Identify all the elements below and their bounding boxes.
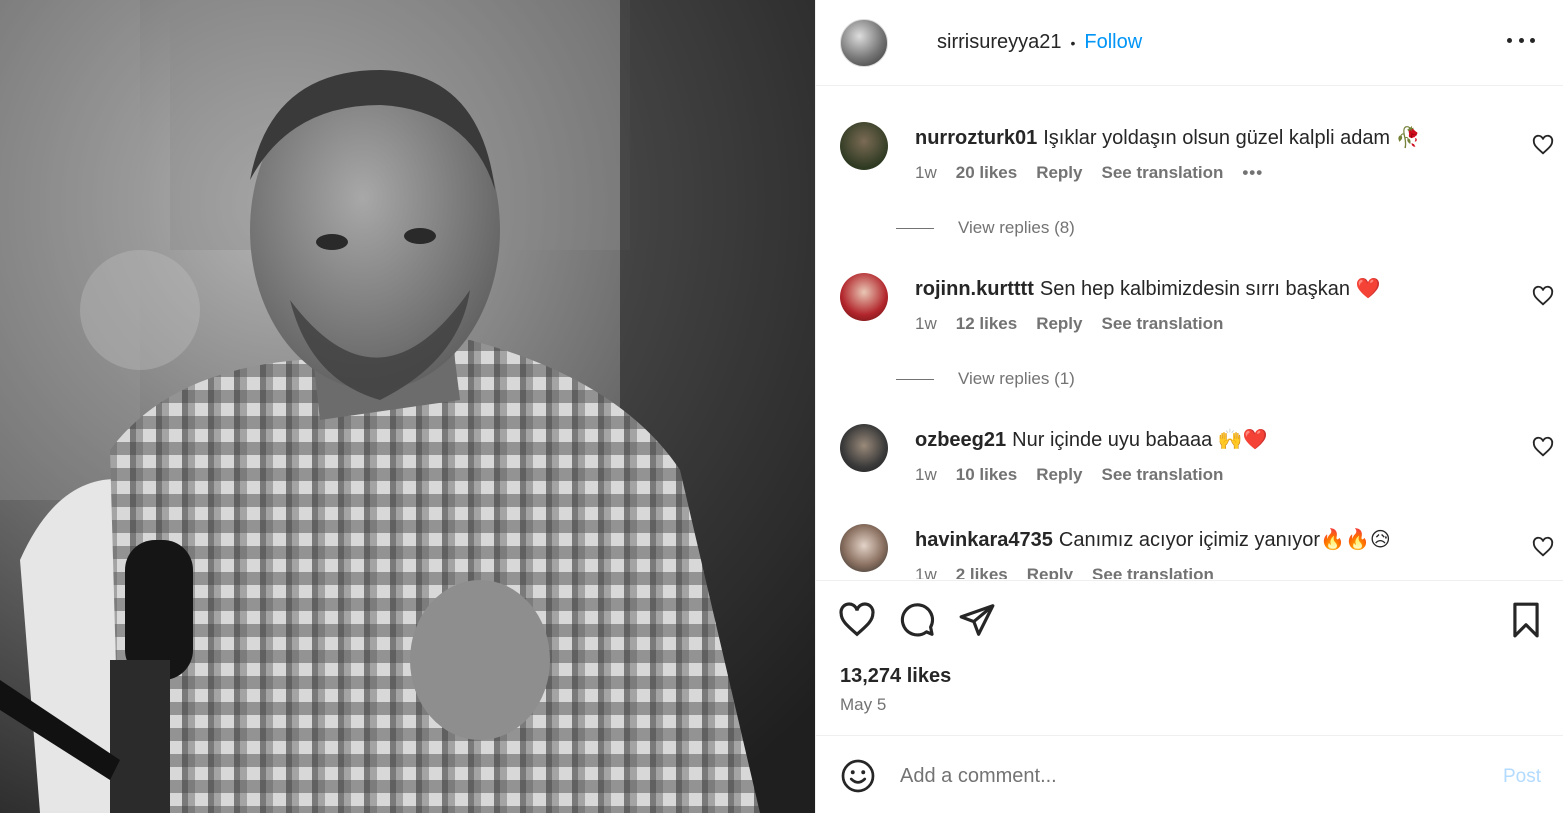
comment-input[interactable] <box>900 760 1480 792</box>
view-replies-label: View replies (1) <box>958 369 1075 388</box>
comment-list[interactable]: nurrozturk01 Işıklar yoldaşın olsun güzel… <box>816 87 1563 579</box>
author-username[interactable]: sirrisureyya21 <box>937 31 1061 54</box>
replies-divider <box>896 378 934 380</box>
comment-likes[interactable]: 12 likes <box>956 314 1017 334</box>
like-heart-icon[interactable] <box>838 601 876 639</box>
post-comment-button[interactable]: Post <box>1503 766 1541 788</box>
comment-like-heart-icon[interactable] <box>1532 134 1554 156</box>
commenter-avatar[interactable] <box>840 273 888 321</box>
reply-button[interactable]: Reply <box>1027 565 1073 579</box>
comment-bubble-icon[interactable] <box>898 601 936 639</box>
reply-button[interactable]: Reply <box>1036 163 1082 183</box>
reply-button[interactable]: Reply <box>1036 465 1082 485</box>
post-actions: 13,274 likes May 5 <box>816 580 1563 735</box>
comment-like-heart-icon[interactable] <box>1532 536 1554 558</box>
comment-body: rojinn.kurtttt Sen hep kalbimizdesin sırr… <box>915 276 1381 301</box>
comment-username[interactable]: ozbeeg21 <box>915 429 1006 451</box>
view-replies-label: View replies (8) <box>958 218 1075 237</box>
comment-composer: Post <box>816 735 1563 813</box>
save-bookmark-icon[interactable] <box>1507 601 1545 639</box>
share-send-icon[interactable] <box>958 601 996 639</box>
follow-button[interactable]: Follow <box>1084 31 1142 54</box>
reply-button[interactable]: Reply <box>1036 314 1082 334</box>
comment-likes[interactable]: 10 likes <box>956 465 1017 485</box>
see-translation-button[interactable]: See translation <box>1101 465 1223 485</box>
comment-username[interactable]: rojinn.kurtttt <box>915 278 1034 300</box>
comment-age: 1w <box>915 163 937 182</box>
commenter-avatar[interactable] <box>840 424 888 472</box>
comment-text: Nur içinde uyu babaaa 🙌❤️ <box>1012 429 1268 451</box>
header-separator: • <box>1070 34 1076 51</box>
post-date[interactable]: May 5 <box>840 695 886 715</box>
post-photo-image <box>0 0 815 813</box>
comment-body: havinkara4735 Canımız acıyor içimiz yanıy… <box>915 527 1391 552</box>
comment-meta: 1w 10 likes Reply See translation <box>915 465 1223 485</box>
comment-body: ozbeeg21 Nur içinde uyu babaaa 🙌❤️ <box>915 427 1268 452</box>
comment-like-heart-icon[interactable] <box>1532 436 1554 458</box>
see-translation-button[interactable]: See translation <box>1101 314 1223 334</box>
more-options-icon[interactable] <box>1507 30 1535 50</box>
comment-meta: 1w 20 likes Reply See translation ••• <box>915 163 1263 183</box>
comment-options-icon[interactable]: ••• <box>1242 163 1263 183</box>
see-translation-button[interactable]: See translation <box>1092 565 1214 579</box>
comment-text: Canımız acıyor içimiz yanıyor🔥🔥😥 <box>1058 529 1391 551</box>
post-header: sirrisureyya21 • Follow <box>816 0 1563 86</box>
comment-age: 1w <box>915 465 937 484</box>
comment-username[interactable]: havinkara4735 <box>915 529 1053 551</box>
comment-like-heart-icon[interactable] <box>1532 285 1554 307</box>
view-replies-button[interactable]: View replies (1) <box>896 369 1075 389</box>
comment-text: Sen hep kalbimizdesin sırrı başkan ❤️ <box>1039 278 1381 300</box>
post-like-count[interactable]: 13,274 likes <box>840 665 951 688</box>
comment-text: Işıklar yoldaşın olsun güzel kalpli adam… <box>1043 127 1421 149</box>
comment-body: nurrozturk01 Işıklar yoldaşın olsun güzel… <box>915 125 1421 150</box>
emoji-picker-icon[interactable] <box>840 758 876 794</box>
replies-divider <box>896 227 934 229</box>
comment-age: 1w <box>915 314 937 333</box>
view-replies-button[interactable]: View replies (8) <box>896 218 1075 238</box>
commenter-avatar[interactable] <box>840 524 888 572</box>
see-translation-button[interactable]: See translation <box>1101 163 1223 183</box>
comment-meta: 1w 12 likes Reply See translation <box>915 314 1223 334</box>
comment-age: 1w <box>915 565 937 579</box>
author-avatar[interactable] <box>840 18 888 67</box>
post-sidebar: sirrisureyya21 • Follow nurrozturk01 Işık… <box>815 0 1563 813</box>
comment-likes[interactable]: 2 likes <box>956 565 1008 579</box>
post-photo[interactable] <box>0 0 815 813</box>
comment-likes[interactable]: 20 likes <box>956 163 1017 183</box>
comment-meta: 1w 2 likes Reply See translation <box>915 565 1214 579</box>
comment-username[interactable]: nurrozturk01 <box>915 127 1037 149</box>
commenter-avatar[interactable] <box>840 122 888 170</box>
